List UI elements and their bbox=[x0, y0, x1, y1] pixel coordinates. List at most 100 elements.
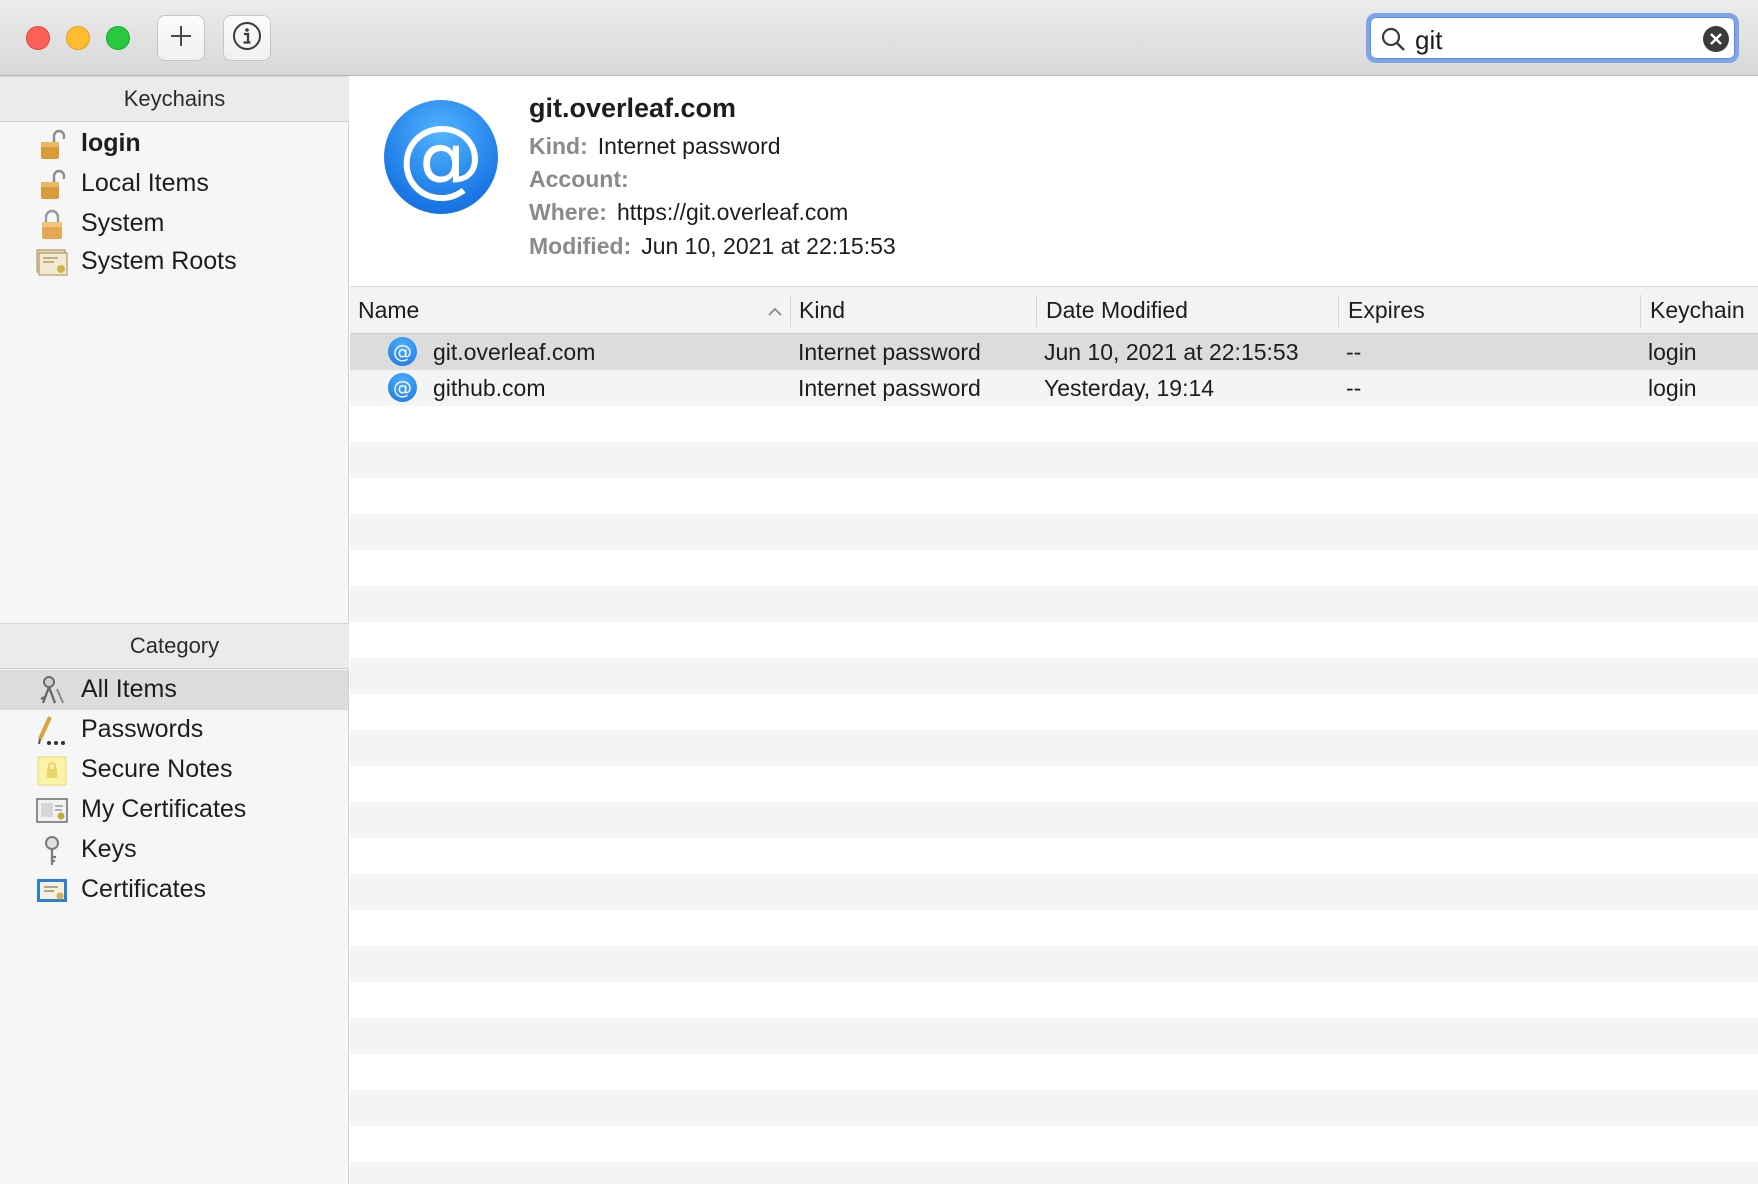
empty-row bbox=[350, 658, 1758, 694]
note-lock-icon bbox=[36, 755, 68, 787]
cell-name: git.overleaf.com bbox=[433, 339, 596, 365]
plus-icon bbox=[169, 24, 193, 53]
detail-modified-key: Modified: bbox=[529, 233, 632, 259]
empty-row bbox=[350, 514, 1758, 550]
empty-row bbox=[350, 478, 1758, 514]
detail-modified-value: Jun 10, 2021 at 22:15:53 bbox=[641, 233, 896, 259]
cell-kind: Internet password bbox=[798, 375, 981, 401]
column-header-keychain[interactable]: Keychain bbox=[1650, 297, 1745, 324]
certificate-stack-icon bbox=[36, 247, 68, 279]
cell-kind: Internet password bbox=[798, 339, 981, 365]
get-info-button[interactable] bbox=[223, 15, 271, 61]
table-row[interactable]: @ github.com Internet password Yesterday… bbox=[350, 370, 1758, 406]
cell-keychain: login bbox=[1648, 339, 1697, 365]
detail-modified: Modified: Jun 10, 2021 at 22:15:53 bbox=[529, 233, 896, 260]
info-icon bbox=[232, 21, 262, 56]
category-label: All Items bbox=[81, 675, 177, 703]
table-header: Name Kind Date Modified Expires Keychain bbox=[350, 286, 1758, 334]
empty-row bbox=[350, 694, 1758, 730]
empty-row bbox=[350, 1126, 1758, 1162]
item-detail-panel: @ git.overleaf.com Kind: Internet passwor… bbox=[350, 76, 1758, 286]
at-sign-icon: @ bbox=[388, 373, 417, 402]
empty-row bbox=[350, 550, 1758, 586]
detail-kind-value: Internet password bbox=[597, 133, 781, 159]
empty-row bbox=[350, 910, 1758, 946]
empty-row bbox=[350, 1162, 1758, 1184]
category-header: Category bbox=[0, 623, 349, 669]
search-field[interactable]: git bbox=[1366, 13, 1739, 63]
category-item-all-items[interactable]: All Items bbox=[0, 670, 348, 710]
unlocked-padlock-icon bbox=[36, 129, 68, 161]
keychains-header: Keychains bbox=[0, 76, 349, 122]
column-divider[interactable] bbox=[1338, 295, 1339, 327]
certificate-person-icon bbox=[36, 795, 68, 827]
unlocked-padlock-icon bbox=[36, 169, 68, 201]
empty-row bbox=[350, 1054, 1758, 1090]
keychain-item-system-roots[interactable]: System Roots bbox=[0, 242, 348, 282]
certificate-icon bbox=[36, 875, 68, 907]
toolbar: git bbox=[0, 0, 1758, 76]
locked-padlock-icon bbox=[36, 209, 68, 241]
keychain-label: login bbox=[81, 129, 141, 157]
column-divider[interactable] bbox=[790, 295, 791, 327]
keychain-access-window: git Keychains login Local Items System S… bbox=[0, 0, 1758, 1184]
column-divider[interactable] bbox=[1640, 295, 1641, 327]
category-item-keys[interactable]: Keys bbox=[0, 830, 348, 870]
empty-row bbox=[350, 766, 1758, 802]
category-item-passwords[interactable]: Passwords bbox=[0, 710, 348, 750]
empty-row bbox=[350, 802, 1758, 838]
search-input[interactable]: git bbox=[1415, 25, 1442, 56]
at-sign-icon: @ bbox=[384, 100, 498, 214]
detail-account: Account: bbox=[529, 166, 639, 193]
column-header-kind[interactable]: Kind bbox=[799, 297, 845, 324]
at-sign-icon: @ bbox=[388, 337, 417, 366]
category-label: Keys bbox=[81, 835, 137, 863]
empty-row bbox=[350, 730, 1758, 766]
cell-expires: -- bbox=[1346, 375, 1362, 401]
category-label: Certificates bbox=[81, 875, 207, 903]
detail-where-value: https://git.overleaf.com bbox=[616, 199, 849, 225]
detail-kind-key: Kind: bbox=[529, 133, 588, 159]
zoom-window-button[interactable] bbox=[106, 26, 130, 50]
cell-date-modified: Jun 10, 2021 at 22:15:53 bbox=[1044, 339, 1299, 365]
keychain-item-local-items[interactable]: Local Items bbox=[0, 164, 348, 204]
cell-name: github.com bbox=[433, 375, 546, 401]
detail-kind: Kind: Internet password bbox=[529, 133, 781, 160]
category-label: My Certificates bbox=[81, 795, 247, 823]
category-item-my-certificates[interactable]: My Certificates bbox=[0, 790, 348, 830]
cell-date-modified: Yesterday, 19:14 bbox=[1044, 375, 1215, 401]
cell-keychain: login bbox=[1648, 375, 1697, 401]
column-header-expires[interactable]: Expires bbox=[1348, 297, 1425, 324]
add-item-button[interactable] bbox=[157, 15, 205, 61]
empty-row bbox=[350, 622, 1758, 658]
keychain-label: System Roots bbox=[81, 247, 237, 275]
category-item-certificates[interactable]: Certificates bbox=[0, 870, 348, 910]
key-icon bbox=[36, 835, 68, 867]
minimize-window-button[interactable] bbox=[66, 26, 90, 50]
keychain-item-system[interactable]: System bbox=[0, 204, 348, 244]
table-row[interactable]: @ git.overleaf.com Internet password Jun… bbox=[350, 334, 1758, 370]
category-item-secure-notes[interactable]: Secure Notes bbox=[0, 750, 348, 790]
empty-row bbox=[350, 838, 1758, 874]
empty-row bbox=[350, 982, 1758, 1018]
keychain-item-login[interactable]: login bbox=[0, 124, 348, 164]
detail-where: Where: https://git.overleaf.com bbox=[529, 199, 848, 226]
column-header-date-modified[interactable]: Date Modified bbox=[1046, 297, 1188, 324]
clear-search-icon[interactable] bbox=[1703, 26, 1729, 52]
detail-title: git.overleaf.com bbox=[529, 93, 737, 123]
close-window-button[interactable] bbox=[26, 26, 50, 50]
empty-row bbox=[350, 946, 1758, 982]
empty-row bbox=[350, 1018, 1758, 1054]
sort-ascending-icon[interactable] bbox=[767, 304, 783, 322]
sidebar: Keychains login Local Items System Syste… bbox=[0, 76, 349, 1184]
empty-row bbox=[350, 586, 1758, 622]
items-table: Name Kind Date Modified Expires Keychain… bbox=[350, 286, 1758, 1184]
empty-row bbox=[350, 874, 1758, 910]
pen-dots-icon bbox=[36, 715, 68, 747]
keychain-label: System bbox=[81, 209, 165, 237]
column-header-name[interactable]: Name bbox=[358, 297, 419, 324]
category-label: Secure Notes bbox=[81, 755, 233, 783]
keys-icon bbox=[36, 675, 68, 707]
empty-row bbox=[350, 406, 1758, 442]
column-divider[interactable] bbox=[1036, 295, 1037, 327]
